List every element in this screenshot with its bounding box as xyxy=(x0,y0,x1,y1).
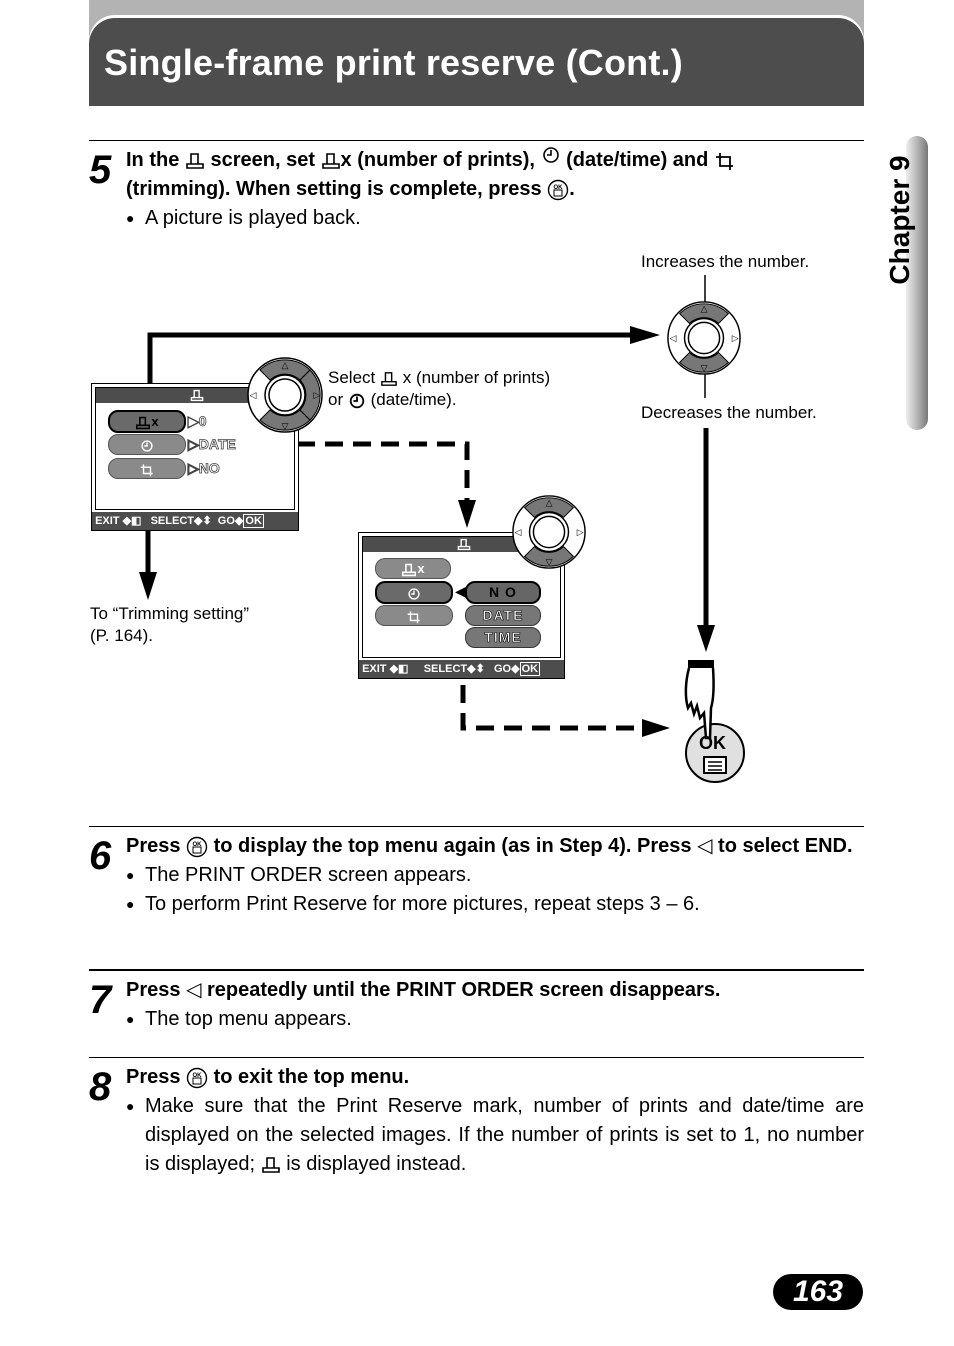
step-8: Press OK to exit the top menu. Make sure… xyxy=(126,1063,864,1179)
decrease-label: Decreases the number. xyxy=(641,403,817,422)
left-arrow-icon: ◁ xyxy=(697,835,713,857)
svg-text:▷: ▷ xyxy=(732,333,739,343)
trim-icon xyxy=(407,610,420,623)
step-instruction: Press ◁ repeatedly until the PRINT ORDER… xyxy=(126,979,721,1001)
value-date: ▷DATE xyxy=(188,436,237,453)
divider xyxy=(89,969,864,971)
clock-icon xyxy=(349,393,365,408)
arrowhead xyxy=(458,500,476,528)
step-instruction: Press OK to display the top menu again (… xyxy=(126,835,853,857)
bullet-item: The PRINT ORDER screen appears. xyxy=(126,861,864,890)
arrow-pad-3[interactable]: △ ▽ ◁ ▷ xyxy=(511,494,587,570)
clock-icon xyxy=(408,587,420,600)
print-icon xyxy=(136,416,151,429)
select-label: Select x (number of prints) or (date/tim… xyxy=(328,368,551,409)
bullet-item: Make sure that the Print Reserve mark, n… xyxy=(126,1092,864,1179)
print-icon xyxy=(381,371,397,386)
svg-text:▷: ▷ xyxy=(314,390,321,400)
menu-item-trim[interactable] xyxy=(375,605,453,626)
step-number: 8 xyxy=(89,1065,112,1109)
svg-text:▽: ▽ xyxy=(546,557,553,567)
menu-item-date[interactable] xyxy=(375,581,453,604)
bullet-item: To perform Print Reserve for more pictur… xyxy=(126,890,864,919)
svg-text:◁: ◁ xyxy=(669,333,676,343)
trimming-label: To “Trimming setting” (P. 164). xyxy=(90,604,250,645)
svg-text:▽: ▽ xyxy=(282,421,289,431)
arrow-pad-2[interactable]: △ ▽ ◁ ▷ xyxy=(666,300,742,376)
svg-text:△: △ xyxy=(546,498,553,508)
menu-item-trim[interactable] xyxy=(108,458,186,479)
ok-button[interactable] xyxy=(680,658,750,784)
value-trim: ▷NO xyxy=(188,460,221,477)
print-icon xyxy=(190,389,204,402)
divider xyxy=(89,1057,864,1058)
svg-text:△: △ xyxy=(282,360,289,370)
menu-item-prints[interactable]: x xyxy=(108,410,186,433)
divider xyxy=(89,826,864,827)
step-6: Press OK to display the top menu again (… xyxy=(126,832,864,919)
arrowhead xyxy=(642,719,670,737)
screen-footer: EXIT ◆◧ SELECT◆⬍ GO◆ OK xyxy=(92,512,298,530)
menu-item-prints[interactable]: x xyxy=(375,558,451,579)
svg-text:▷: ▷ xyxy=(577,527,584,537)
print-icon xyxy=(261,1156,280,1173)
arrow-pad-1[interactable]: △ ▽ ◁ ▷ xyxy=(246,356,324,434)
bullet-item: The top menu appears. xyxy=(126,1005,864,1034)
page-number: 163 xyxy=(773,1274,863,1310)
step-number: 6 xyxy=(89,834,112,878)
arrow-to-ok xyxy=(460,685,645,731)
step-instruction: Press OK to exit the top menu. xyxy=(126,1066,410,1088)
step-number: 7 xyxy=(89,978,112,1022)
clock-icon xyxy=(141,439,153,452)
option-no[interactable]: N O xyxy=(465,581,541,604)
svg-text:◁: ◁ xyxy=(250,390,257,400)
pointing-hand-icon xyxy=(684,660,715,740)
step-7: Press ◁ repeatedly until the PRINT ORDER… xyxy=(126,976,864,1034)
ok-menu-button-icon: OK xyxy=(186,836,208,857)
increase-label: Increases the number. xyxy=(641,252,810,271)
print-icon xyxy=(402,563,417,576)
left-arrow-icon: ◁ xyxy=(186,979,202,1001)
arrowhead xyxy=(630,326,660,344)
ok-label: OK xyxy=(699,733,726,753)
svg-text:△: △ xyxy=(701,304,708,314)
menu-item-date[interactable] xyxy=(108,434,186,455)
option-date[interactable]: DATE xyxy=(465,605,541,626)
trim-icon xyxy=(140,463,153,476)
value-prints: ▶0 xyxy=(188,413,207,430)
svg-text:◁: ◁ xyxy=(514,527,521,537)
print-icon xyxy=(457,538,471,551)
arrowhead xyxy=(697,625,715,652)
option-time[interactable]: TIME xyxy=(465,627,541,648)
arrowhead xyxy=(139,572,157,600)
ok-menu-button-icon: OK xyxy=(186,1067,208,1088)
screen-footer: EXIT ◆◧ SELECT◆⬍ GO◆ OK xyxy=(359,660,564,678)
svg-text:▽: ▽ xyxy=(701,363,708,373)
